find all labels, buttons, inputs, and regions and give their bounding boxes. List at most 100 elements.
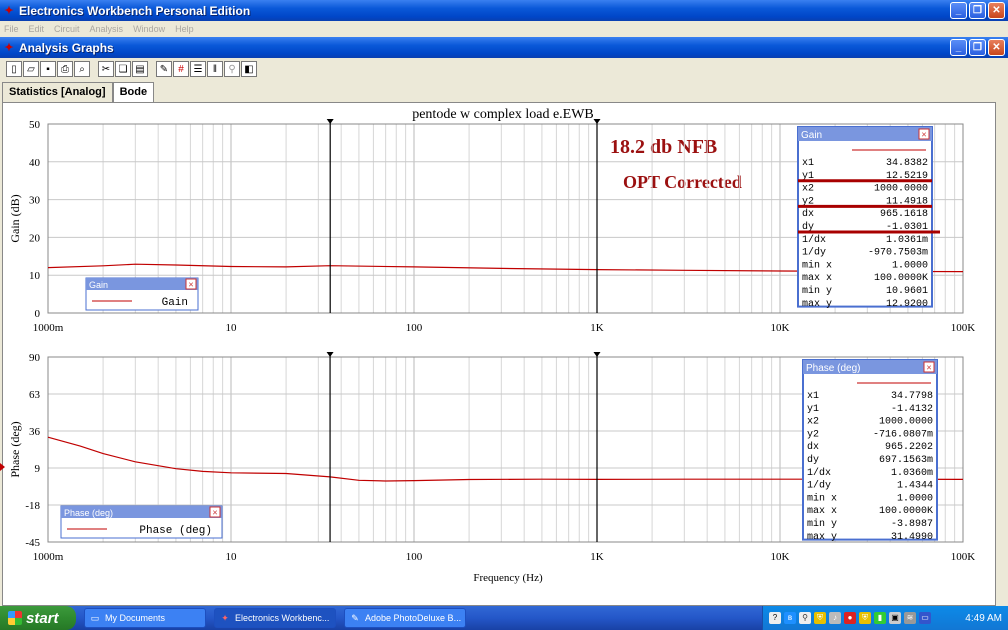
start-button[interactable]: start [0, 606, 76, 630]
x-tick-label: 1000m [33, 322, 64, 334]
readout-value: 1.4344 [897, 481, 933, 492]
readout-value: 965.2202 [885, 442, 933, 453]
task-adobe-photodeluxe[interactable]: ✎ Adobe PhotoDeluxe B... [344, 608, 466, 628]
readout-label: 1/dy [807, 480, 831, 492]
x-tick-label: 1K [590, 551, 604, 563]
x-tick-label: 10K [771, 322, 790, 334]
readout-label: max x [802, 273, 832, 284]
ewb-icon: ✦ [221, 613, 229, 623]
folder-icon: ▭ [90, 613, 100, 623]
task-label: Adobe PhotoDeluxe B... [365, 613, 462, 623]
readout-label: min x [802, 259, 832, 271]
x-tick-label: 1K [590, 322, 604, 334]
readout-label: 1/dx [802, 234, 826, 246]
y-tick-label: 9 [35, 463, 41, 475]
readout-label: x2 [807, 417, 819, 428]
monitor-icon[interactable]: ▭ [919, 612, 931, 624]
readout-label: max y [807, 532, 837, 543]
readout-value: 1000.0000 [879, 417, 933, 428]
y-tick-label: -45 [25, 537, 40, 549]
readout-value: -1.4132 [891, 404, 933, 415]
y-axis-label: Gain (dB) [8, 194, 22, 242]
readout-value: 965.1618 [880, 209, 928, 220]
cursor-handle-2[interactable] [593, 352, 601, 357]
display-icon[interactable]: ▣ [889, 612, 901, 624]
readout-label: x1 [802, 158, 814, 169]
readout-title: Phase (deg) [806, 363, 860, 374]
x-tick-label: 100K [951, 551, 976, 563]
legend-title: Gain [89, 280, 108, 290]
readout-label: 1/dy [802, 247, 826, 259]
cursor-handle-1[interactable] [326, 352, 334, 357]
x-tick-label: 10K [771, 551, 790, 563]
readout-value: 1.0000 [892, 260, 928, 271]
y-tick-label: 20 [29, 232, 41, 244]
network-icon[interactable]: ⚲ [799, 612, 811, 624]
edge-marker-icon [0, 463, 5, 471]
readout-value: 1.0360m [891, 468, 933, 479]
y-tick-label: 63 [29, 389, 41, 401]
task-label: My Documents [105, 613, 166, 623]
x-tick-label: 100 [406, 322, 423, 334]
frequency-axis-label: Frequency (Hz) [473, 572, 543, 584]
readout-label: dx [807, 441, 819, 453]
x-tick-label: 10 [226, 551, 238, 563]
readout-value: 100.0000K [874, 273, 928, 284]
cursor-handle-1[interactable] [326, 119, 334, 124]
bluetooth-icon[interactable]: ʙ [784, 612, 796, 624]
graph-title: pentode w complex load e.EWB [412, 107, 594, 122]
readout-label: max x [807, 506, 837, 517]
readout-value: 697.1563m [879, 455, 933, 466]
antivirus-icon[interactable]: ● [844, 612, 856, 624]
y-tick-label: 0 [35, 308, 41, 320]
shield-icon[interactable]: ⛨ [859, 612, 871, 624]
legend-entry: Gain [162, 297, 188, 309]
readout-label: min y [802, 285, 832, 297]
readout-label: 1/dx [807, 467, 831, 479]
y-tick-label: 90 [29, 352, 41, 364]
legend-entry: Phase (deg) [139, 525, 212, 537]
readout-label: min y [807, 518, 837, 530]
y-tick-label: 36 [29, 426, 41, 438]
security-icon[interactable]: ⛨ [814, 612, 826, 624]
x-tick-label: 100 [406, 551, 423, 563]
cursor-handle-2[interactable] [593, 119, 601, 124]
start-label: start [26, 609, 59, 627]
y-tick-label: 30 [29, 195, 41, 207]
readout-value: 10.9601 [886, 286, 928, 297]
help-icon[interactable]: ? [769, 612, 781, 624]
windows-logo-icon [8, 611, 22, 625]
task-electronics-workbench[interactable]: ✦ Electronics Workbenc... [214, 608, 336, 628]
readout-value: 1.0361m [886, 235, 928, 246]
readout-label: x2 [802, 184, 814, 195]
readout-value: 34.8382 [886, 158, 928, 169]
x-tick-label: 10 [226, 322, 238, 334]
wireless-icon[interactable]: ≋ [904, 612, 916, 624]
annotation-opt-corrected: OPT Corrected [623, 172, 742, 192]
readout-value: 1000.0000 [874, 184, 928, 195]
readout-label: min x [807, 492, 837, 504]
bode-plots: pentode w complex load e.EWB 18.2 db NFB… [0, 107, 976, 584]
y-tick-label: 50 [29, 119, 41, 131]
legend-close-glyph: × [188, 280, 193, 290]
y-tick-label: -18 [25, 500, 40, 512]
taskbar: start ▭ My Documents ✦ Electronics Workb… [0, 606, 1008, 630]
readout-label: x1 [807, 391, 819, 402]
readout-close-glyph: × [926, 363, 931, 373]
readout-value: 34.7798 [891, 391, 933, 402]
gain-plot: 0 10 20 30 40 50 1000m 10 100 1K 10K 100K Gain (dB) G… [8, 119, 975, 334]
y-axis-label: Phase (deg) [8, 421, 22, 477]
readout-label: y2 [807, 429, 819, 440]
volume-icon[interactable]: ♪ [829, 612, 841, 624]
system-tray: ? ʙ ⚲ ⛨ ♪ ● ⛨ ▮ ▣ ≋ ▭ 4:49 AM [762, 606, 1008, 630]
readout-value: 12.9200 [886, 299, 928, 310]
readout-title: Gain [801, 130, 822, 141]
clock: 4:49 AM [965, 612, 1002, 624]
legend-title: Phase (deg) [64, 508, 113, 518]
battery-icon[interactable]: ▮ [874, 612, 886, 624]
legend-close-glyph: × [212, 508, 217, 518]
photodeluxe-icon: ✎ [351, 613, 359, 623]
task-my-documents[interactable]: ▭ My Documents [84, 608, 206, 628]
readout-value: -3.8987 [891, 519, 933, 530]
readout-value: -716.0807m [873, 429, 933, 440]
